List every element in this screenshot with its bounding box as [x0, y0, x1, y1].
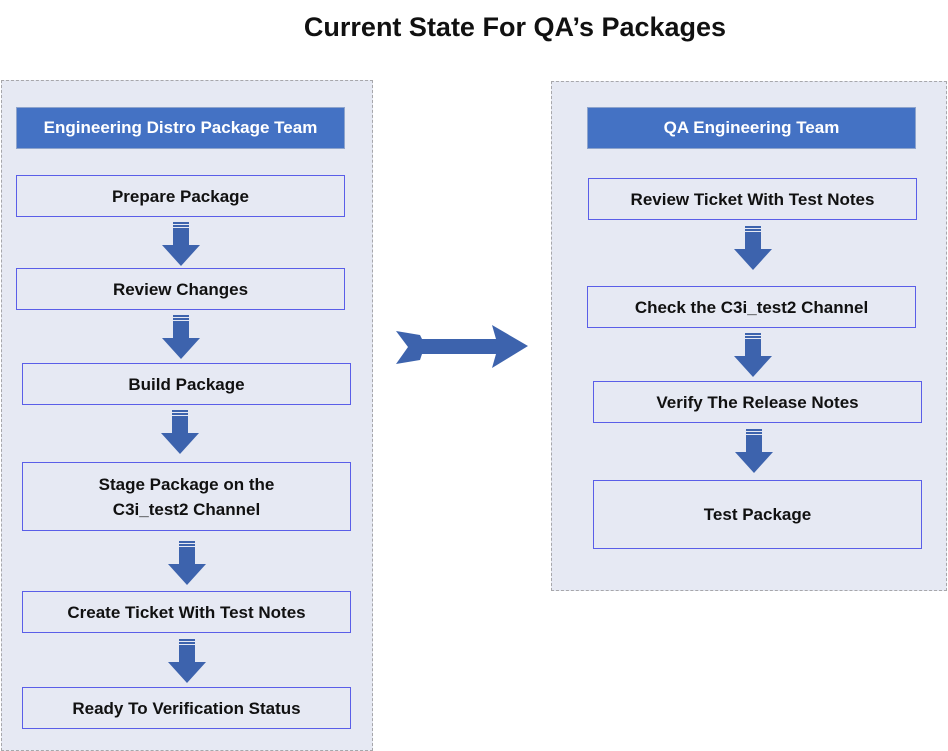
down-arrow-icon — [168, 541, 206, 585]
down-arrow-icon — [162, 315, 200, 359]
down-arrow-icon — [734, 333, 772, 377]
down-arrow-icon — [735, 429, 773, 473]
step-verify-release-notes: Verify The Release Notes — [593, 381, 922, 423]
step-create-ticket: Create Ticket With Test Notes — [22, 591, 351, 633]
step-ready-to-verification: Ready To Verification Status — [22, 687, 351, 729]
step-check-channel: Check the C3i_test2 Channel — [587, 286, 916, 328]
lane-header-engineering-distro: Engineering Distro Package Team — [16, 107, 345, 149]
step-test-package: Test Package — [593, 480, 922, 549]
step-stage-package: Stage Package on the C3i_test2 Channel — [22, 462, 351, 531]
down-arrow-icon — [161, 410, 199, 454]
step-review-ticket: Review Ticket With Test Notes — [588, 178, 917, 220]
right-arrow-icon — [396, 325, 528, 368]
down-arrow-icon — [168, 639, 206, 683]
down-arrow-icon — [162, 222, 200, 266]
down-arrow-icon — [734, 226, 772, 270]
lane-header-qa-engineering: QA Engineering Team — [587, 107, 916, 149]
step-review-changes: Review Changes — [16, 268, 345, 310]
step-build-package: Build Package — [22, 363, 351, 405]
diagram-title: Current State For QA’s Packages — [303, 12, 727, 42]
step-prepare-package: Prepare Package — [16, 175, 345, 217]
